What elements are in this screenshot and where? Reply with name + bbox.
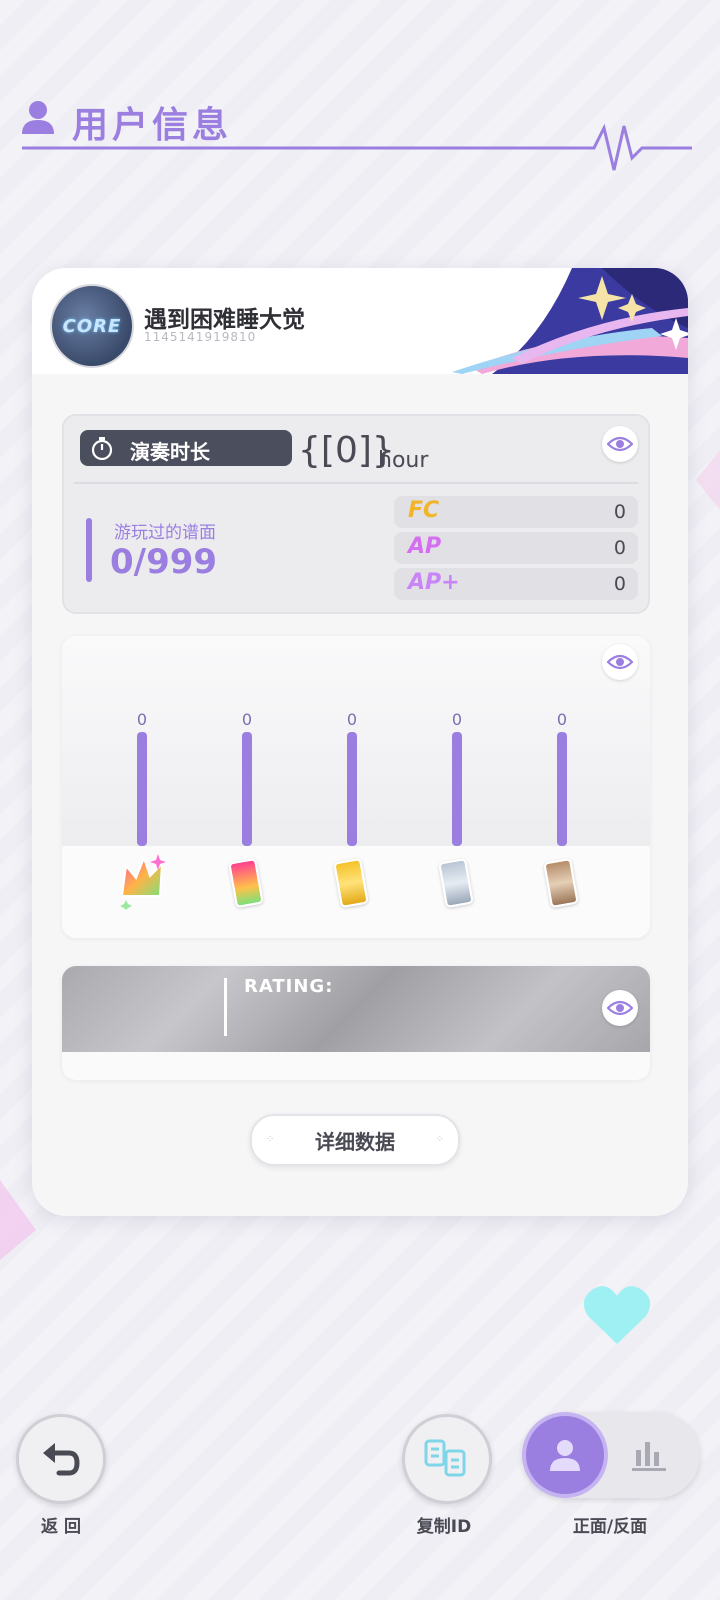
front-back-toggle[interactable] — [522, 1412, 700, 1498]
ap-label: AP — [408, 534, 442, 559]
played-charts-value: 0/999 — [110, 542, 218, 582]
user-icon — [550, 1440, 580, 1471]
rating-label: RATING: — [244, 976, 334, 997]
eye-icon — [607, 654, 633, 670]
ap-plus-label: AP+ — [408, 570, 460, 595]
decorative-star-shape — [696, 450, 720, 510]
rating-panel: RATING: — [62, 966, 650, 1080]
front-side-option[interactable] — [526, 1416, 604, 1494]
play-time-unit: hour — [378, 448, 429, 473]
copy-id-icon — [424, 1439, 466, 1477]
header-pulse-line — [22, 123, 692, 171]
ap-row: AP 0 — [394, 532, 638, 564]
eye-icon — [607, 1000, 633, 1016]
ap-plus-row: AP+ 0 — [394, 568, 638, 600]
rating-band — [62, 966, 650, 1052]
ap-plus-count: 0 — [613, 573, 626, 595]
difficulty-bar — [347, 732, 357, 846]
difficulty-chart: 0 0 0 0 0 — [62, 636, 650, 938]
toggle-visibility-button[interactable] — [602, 426, 638, 462]
fc-label: FC — [408, 498, 440, 523]
played-charts-label: 游玩过的谱面 — [114, 523, 216, 543]
accent-bar — [86, 518, 92, 582]
play-stats-panel: 演奏时长 {[0]} hour 游玩过的谱面 0/999 FC 0 AP 0 A… — [62, 414, 650, 614]
difficulty-count: 0 — [346, 710, 358, 729]
bar-chart-icon[interactable] — [630, 1438, 668, 1472]
back-label: 返 回 — [41, 1517, 81, 1537]
fc-row: FC 0 — [394, 496, 638, 528]
difficulty-count: 0 — [136, 710, 148, 729]
difficulty-count: 0 — [556, 710, 568, 729]
copy-id-label: 复制ID — [416, 1517, 472, 1537]
detail-data-button[interactable]: ⁘ 详细数据 ⁘ — [250, 1114, 460, 1166]
rainbow-crown-icon — [120, 854, 166, 910]
play-time-label: 演奏时长 — [130, 440, 210, 464]
difficulty-bar — [137, 732, 147, 846]
stopwatch-icon — [91, 437, 113, 460]
heart-icon — [583, 1286, 651, 1344]
toggle-visibility-button[interactable] — [602, 990, 638, 1026]
user-icon — [22, 101, 54, 134]
difficulty-count: 0 — [451, 710, 463, 729]
difficulty-bar — [557, 732, 567, 846]
difficulty-count: 0 — [241, 710, 253, 729]
toggle-visibility-button[interactable] — [602, 644, 638, 680]
decorative-star-shape — [0, 1180, 36, 1260]
user-id: 1145141919810 — [144, 330, 257, 344]
dots-icon: ⁘ — [435, 1134, 444, 1145]
user-name: 遇到困难睡大觉 — [144, 307, 305, 333]
page-title: 用户信息 — [72, 105, 233, 146]
detail-data-label: 详细数据 — [315, 1129, 395, 1154]
front-back-label: 正面/反面 — [572, 1517, 648, 1537]
eye-icon — [607, 436, 633, 452]
rating-separator — [224, 978, 227, 1036]
back-button[interactable] — [16, 1414, 106, 1504]
difficulty-bar — [242, 732, 252, 846]
ap-count: 0 — [613, 537, 626, 559]
avatar: CORE — [50, 284, 134, 368]
dots-icon: ⁘ — [266, 1134, 275, 1145]
divider — [74, 482, 638, 484]
banner-decoration — [452, 268, 688, 374]
fc-count: 0 — [613, 501, 626, 523]
avatar-logo-text: CORE — [62, 315, 122, 337]
undo-arrow-icon — [43, 1443, 80, 1476]
difficulty-bar — [452, 732, 462, 846]
copy-id-button[interactable] — [402, 1414, 492, 1504]
user-info-card: CORE 遇到困难睡大觉 1145141919810 演奏时长 {[0]} ho… — [32, 268, 688, 1216]
